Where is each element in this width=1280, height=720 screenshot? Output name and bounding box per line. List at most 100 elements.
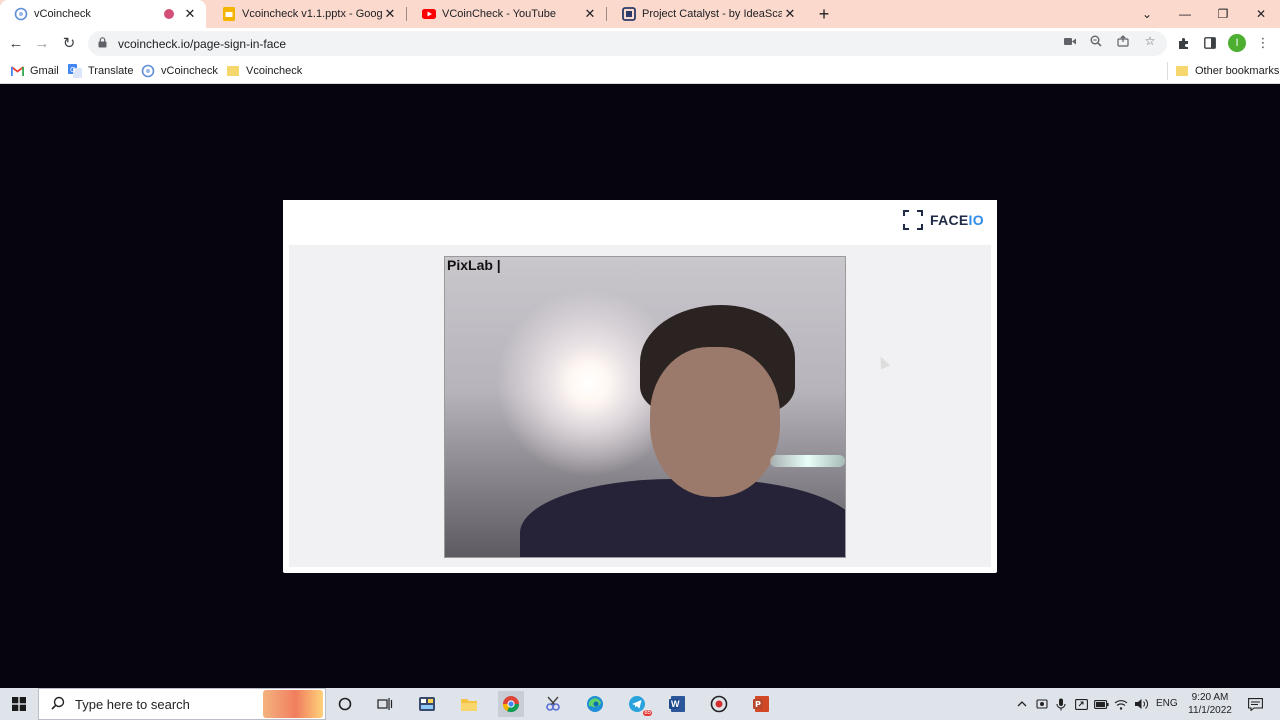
tab-youtube[interactable]: VCoinCheck - YouTube ✕ bbox=[408, 0, 606, 28]
bookmark-star-icon[interactable]: ☆ bbox=[1141, 32, 1159, 50]
restore-window-icon[interactable]: ❐ bbox=[1204, 0, 1242, 28]
face-scan-icon bbox=[903, 210, 923, 230]
audio-recording-icon bbox=[164, 9, 174, 19]
side-panel-icon[interactable] bbox=[1201, 34, 1219, 52]
tab-separator bbox=[606, 7, 607, 21]
tab-title: Vcoincheck v1.1.pptx - Google Sl bbox=[242, 8, 382, 20]
notifications-icon[interactable] bbox=[1246, 695, 1264, 713]
bookmarks-separator bbox=[1167, 62, 1168, 80]
tab-title: Project Catalyst - by IdeaScale | F bbox=[642, 8, 782, 20]
windows-logo-icon bbox=[12, 697, 26, 711]
svg-text:P: P bbox=[755, 700, 761, 709]
search-highlight-illustration bbox=[263, 690, 323, 718]
input-language[interactable]: ENG bbox=[1156, 698, 1178, 709]
webcam-light-strip bbox=[770, 455, 845, 467]
tab-title: vCoincheck bbox=[34, 8, 91, 20]
ideascale-icon bbox=[622, 7, 636, 21]
close-window-icon[interactable]: ✕ bbox=[1242, 0, 1280, 28]
share-icon[interactable] bbox=[1114, 32, 1132, 50]
folder-icon bbox=[226, 64, 240, 78]
new-tab-button[interactable]: + bbox=[814, 4, 834, 24]
more-menu-icon[interactable]: ⋮ bbox=[1254, 34, 1272, 52]
bookmark-gmail[interactable]: Gmail bbox=[10, 62, 59, 80]
bookmark-label: vCoincheck bbox=[161, 65, 218, 77]
bookmark-folder-vcoincheck[interactable]: Vcoincheck bbox=[226, 62, 302, 80]
google-slides-icon bbox=[222, 7, 236, 21]
zoom-icon[interactable] bbox=[1087, 32, 1105, 50]
task-view-icon[interactable] bbox=[372, 691, 398, 717]
word-app-icon[interactable]: W bbox=[664, 691, 690, 717]
windows-start-button[interactable] bbox=[0, 688, 38, 720]
telegram-badge: 85 bbox=[643, 710, 652, 716]
profile-avatar[interactable]: I bbox=[1228, 34, 1246, 52]
tab-vcoincheck[interactable]: vCoincheck ✕ bbox=[0, 0, 206, 28]
file-explorer-icon[interactable] bbox=[456, 691, 482, 717]
bookmark-vcoincheck[interactable]: vCoincheck bbox=[141, 62, 218, 80]
vcoincheck-logo-icon bbox=[141, 64, 155, 78]
lock-icon bbox=[98, 36, 112, 51]
extensions-puzzle-icon[interactable] bbox=[1174, 34, 1192, 52]
windows-taskbar: Type here to search 85 W P ENG 9:20 AM 1… bbox=[0, 688, 1280, 720]
close-tab-icon[interactable]: ✕ bbox=[582, 6, 598, 22]
camera-in-use-icon[interactable] bbox=[1061, 32, 1079, 50]
edge-app-icon[interactable] bbox=[582, 691, 608, 717]
other-bookmarks[interactable]: Other bookmarks bbox=[1175, 62, 1279, 80]
translate-icon: G bbox=[68, 64, 82, 78]
browser-toolbar: ← → ↻ vcoincheck.io/page-sign-in-face ☆ … bbox=[0, 28, 1280, 58]
clock-date: 11/1/2022 bbox=[1188, 705, 1232, 716]
powerpoint-app-icon[interactable]: P bbox=[748, 691, 774, 717]
modal-body: PixLab | bbox=[289, 245, 991, 567]
cortana-icon[interactable] bbox=[332, 691, 358, 717]
svg-text:G: G bbox=[70, 66, 75, 74]
taskbar-clock[interactable]: 9:20 AM 11/1/2022 bbox=[1184, 691, 1236, 717]
bookmark-label: Translate bbox=[88, 65, 134, 77]
screen-share-icon[interactable] bbox=[1073, 696, 1089, 712]
taskbar-search-box[interactable]: Type here to search bbox=[38, 688, 326, 720]
youtube-icon bbox=[422, 7, 436, 21]
search-placeholder: Type here to search bbox=[75, 696, 190, 712]
forward-arrow-icon[interactable]: → bbox=[30, 31, 54, 55]
word-app-letter: W bbox=[671, 699, 680, 709]
tab-search-chevron-icon[interactable]: ⌄ bbox=[1128, 0, 1166, 28]
gmail-icon bbox=[10, 64, 24, 78]
folder-icon bbox=[1175, 64, 1189, 78]
recorder-app-icon[interactable] bbox=[706, 691, 732, 717]
page-content: FACEIO PixLab | bbox=[0, 85, 1280, 688]
chrome-app-icon[interactable] bbox=[498, 691, 524, 717]
volume-icon[interactable] bbox=[1133, 696, 1149, 712]
tab-title: VCoinCheck - YouTube bbox=[442, 8, 556, 20]
camera-overlay-label: PixLab | bbox=[447, 257, 501, 273]
battery-icon[interactable] bbox=[1093, 696, 1109, 712]
vcoincheck-logo-icon bbox=[14, 7, 28, 21]
clock-time: 9:20 AM bbox=[1191, 692, 1229, 703]
tab-project-catalyst[interactable]: Project Catalyst - by IdeaScale | F ✕ bbox=[608, 0, 806, 28]
telegram-app-icon[interactable]: 85 bbox=[624, 691, 652, 717]
other-bookmarks-label: Other bookmarks bbox=[1195, 65, 1280, 77]
close-tab-icon[interactable]: ✕ bbox=[182, 6, 198, 22]
widgets-app-icon[interactable] bbox=[414, 691, 440, 717]
modal-header: FACEIO bbox=[283, 200, 997, 245]
snipping-tool-icon[interactable] bbox=[540, 691, 566, 717]
close-tab-icon[interactable]: ✕ bbox=[782, 6, 798, 22]
webcam-person-face bbox=[650, 347, 780, 497]
reload-icon[interactable]: ↻ bbox=[57, 31, 81, 55]
faceio-wordmark: FACEIO bbox=[930, 212, 984, 228]
close-tab-icon[interactable]: ✕ bbox=[382, 6, 398, 22]
tab-strip: vCoincheck ✕ Vcoincheck v1.1.pptx - Goog… bbox=[0, 0, 1280, 28]
url-text: vcoincheck.io/page-sign-in-face bbox=[118, 36, 287, 51]
bookmark-label: Vcoincheck bbox=[246, 65, 303, 77]
show-hidden-icons-chevron-icon[interactable] bbox=[1014, 696, 1030, 712]
minimize-window-icon[interactable]: — bbox=[1166, 0, 1204, 28]
address-bar[interactable]: vcoincheck.io/page-sign-in-face bbox=[88, 31, 1167, 56]
search-icon bbox=[51, 696, 65, 713]
faceio-modal: FACEIO PixLab | bbox=[283, 200, 997, 573]
bookmark-translate[interactable]: G Translate bbox=[68, 62, 133, 80]
brand-face: FACE bbox=[930, 212, 969, 228]
bookmark-label: Gmail bbox=[30, 65, 59, 77]
tab-google-slides[interactable]: Vcoincheck v1.1.pptx - Google Sl ✕ bbox=[208, 0, 406, 28]
wifi-icon[interactable] bbox=[1113, 696, 1129, 712]
camera-tray-icon[interactable] bbox=[1034, 696, 1050, 712]
microphone-icon[interactable] bbox=[1053, 696, 1069, 712]
back-arrow-icon[interactable]: ← bbox=[4, 31, 28, 55]
tab-separator bbox=[406, 7, 407, 21]
